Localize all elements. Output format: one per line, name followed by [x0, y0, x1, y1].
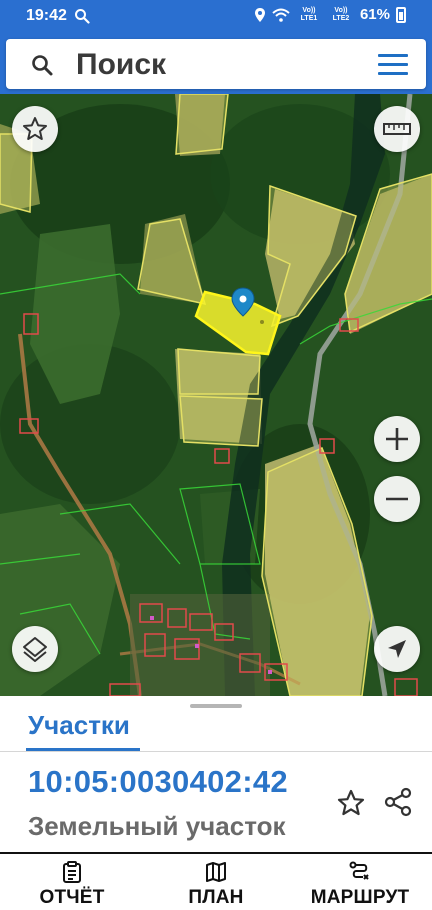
status-bar: 19:42 Vo)) LTE1 Vo)) LTE2 61%	[0, 0, 432, 34]
share-icon[interactable]	[382, 786, 414, 818]
star-icon	[23, 117, 47, 140]
network2-label: Vo)) LTE2	[332, 6, 350, 22]
nav-route[interactable]: МАРШРУТ	[288, 854, 432, 910]
search-header: Поиск	[0, 34, 432, 94]
route-icon	[349, 861, 369, 880]
my-location-button[interactable]	[374, 626, 420, 672]
nav-plan-label: ПЛАН	[188, 887, 244, 908]
favorites-map-button[interactable]	[12, 106, 58, 152]
menu-icon[interactable]	[378, 54, 408, 76]
report-icon	[63, 861, 81, 883]
tab-parcels[interactable]: Участки	[28, 710, 130, 741]
map-view[interactable]	[0, 94, 432, 696]
parcel-type: Земельный участок	[28, 811, 286, 841]
battery-percent: 61%	[359, 6, 390, 23]
nav-report[interactable]: ОТЧЁТ	[0, 854, 144, 910]
location-icon	[254, 7, 265, 22]
sheet-drag-handle[interactable]	[190, 704, 242, 708]
ruler-icon	[383, 123, 411, 135]
zoom-in-button[interactable]	[374, 416, 420, 462]
minus-icon	[386, 497, 408, 501]
divider	[0, 751, 432, 752]
zoom-out-button[interactable]	[374, 476, 420, 522]
search-placeholder: Поиск	[76, 48, 167, 81]
wifi-icon	[272, 8, 290, 22]
ruler-map-button[interactable]	[374, 106, 420, 152]
status-time: 19:42	[26, 7, 67, 24]
favorite-star-icon[interactable]	[336, 788, 366, 818]
network1-label: Vo)) LTE1	[300, 6, 318, 22]
status-search-icon	[75, 9, 90, 24]
bottom-nav: ОТЧЁТ ПЛАН МАРШРУТ	[0, 852, 432, 910]
app-screen: 19:42 Vo)) LTE1 Vo)) LTE2 61% Поиск Учас…	[0, 0, 432, 910]
nav-report-label: ОТЧЁТ	[39, 887, 105, 908]
satellite-map	[0, 94, 432, 696]
plus-icon	[386, 428, 408, 450]
search-icon	[32, 55, 53, 76]
map-plan-icon	[206, 862, 226, 882]
battery-icon	[396, 6, 406, 23]
navigation-arrow-icon	[388, 640, 406, 658]
cadastral-number[interactable]: 10:05:0030402:42	[28, 764, 288, 800]
status-indicators: Vo)) LTE1 Vo)) LTE2 61%	[254, 6, 406, 23]
search-input[interactable]: Поиск	[6, 39, 426, 89]
layers-icon	[23, 637, 47, 662]
nav-plan[interactable]: ПЛАН	[144, 854, 288, 910]
nav-route-label: МАРШРУТ	[310, 887, 410, 908]
layers-button[interactable]	[12, 626, 58, 672]
parcel-info-sheet[interactable]: Участки 10:05:0030402:42 Земельный участ…	[0, 696, 432, 856]
